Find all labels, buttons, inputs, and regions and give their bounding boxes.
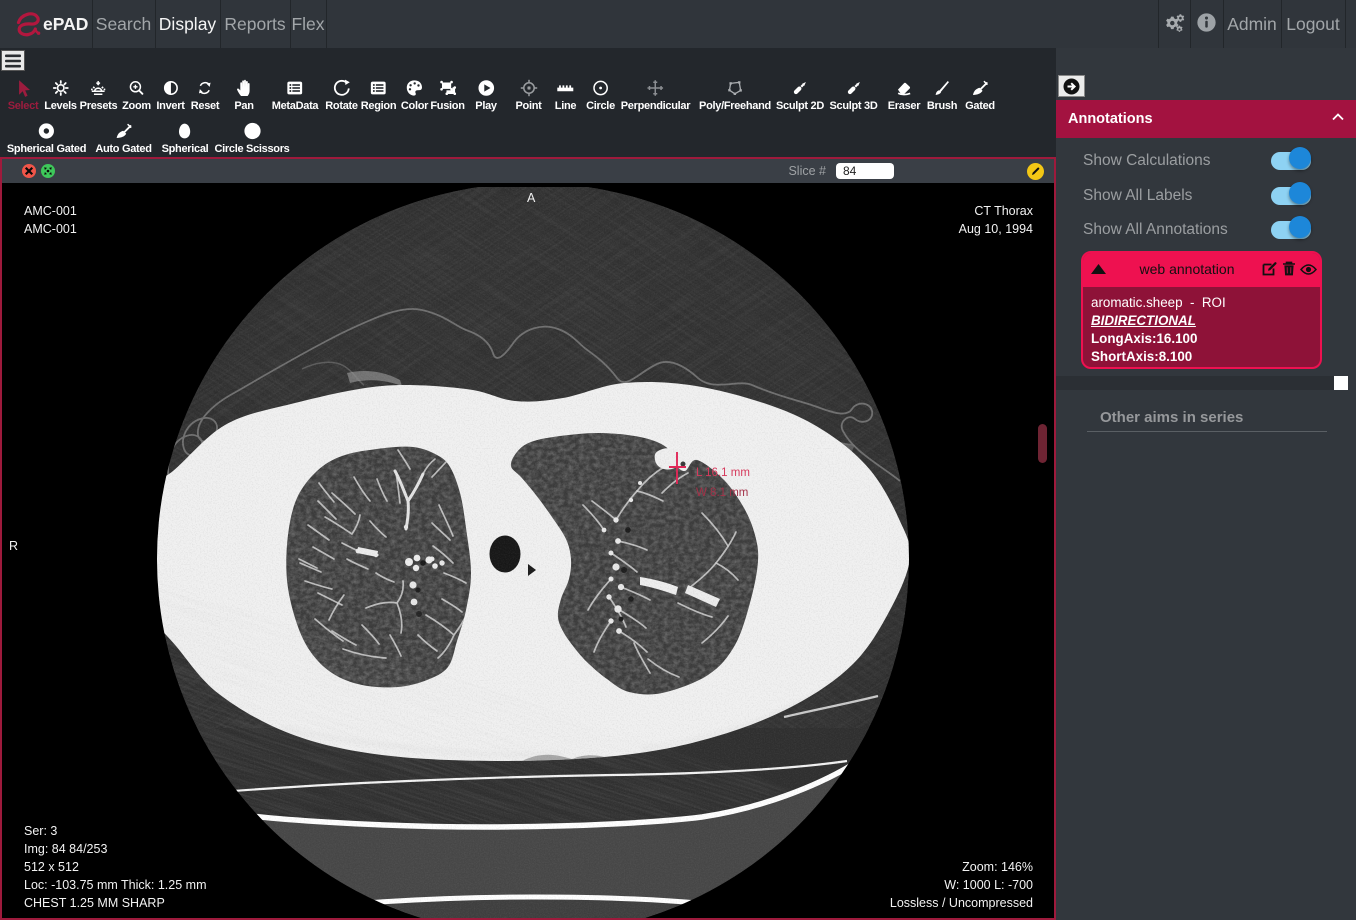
svg-text:L 16.1 mm: L 16.1 mm [696,467,750,479]
svg-text:W 8.1 mm: W 8.1 mm [696,487,748,499]
